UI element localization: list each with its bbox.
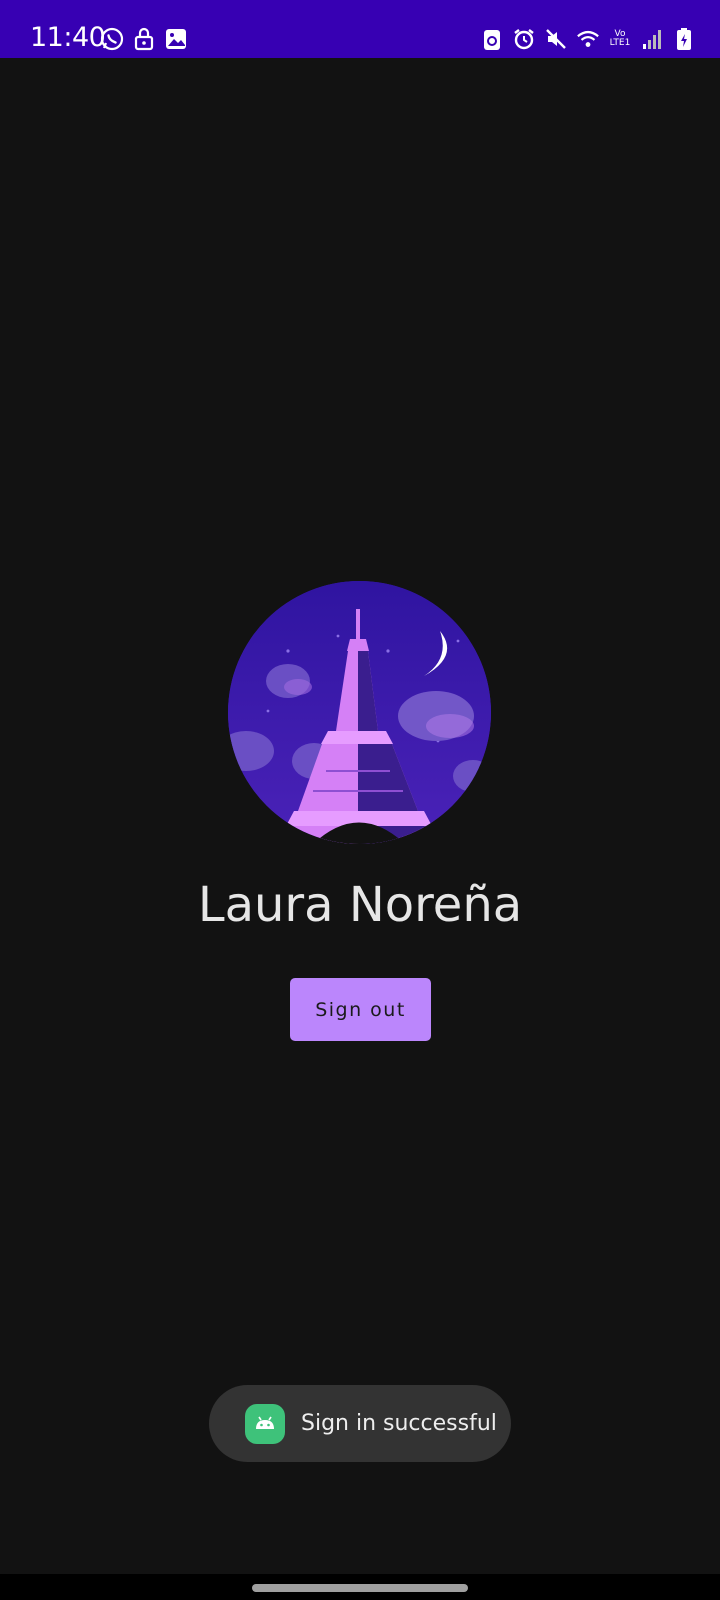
- toast-text: Sign in successful: [301, 1411, 497, 1436]
- status-time: 11:40: [30, 22, 106, 53]
- mute-icon: [544, 26, 568, 52]
- battery-icon: [672, 26, 696, 52]
- notification-icons: [100, 26, 188, 52]
- system-icons: Vo LTE1: [480, 26, 696, 52]
- profile-name: Laura Noreña: [197, 877, 523, 933]
- eiffel-tower-night-avatar: [228, 581, 491, 844]
- sign-out-button[interactable]: Sign out: [290, 978, 431, 1041]
- whatsapp-icon: [100, 26, 124, 52]
- status-bar: 11:40 Vo LTE1: [0, 0, 720, 58]
- alarm-icon: [512, 26, 536, 52]
- signal-icon: [640, 26, 664, 52]
- volte-icon: Vo LTE1: [608, 26, 632, 52]
- recycle-icon: [480, 26, 504, 52]
- toast-message: Sign in successful: [209, 1385, 511, 1462]
- lock-icon: [132, 26, 156, 52]
- profile-avatar: [228, 581, 491, 844]
- network-type-label: Vo LTE1: [609, 29, 631, 48]
- navigation-bar: [0, 1574, 720, 1600]
- gallery-icon: [164, 26, 188, 52]
- home-gesture-handle[interactable]: [252, 1584, 468, 1592]
- wifi-icon: [576, 26, 600, 52]
- android-icon: [245, 1403, 285, 1444]
- app-screen: 11:40 Vo LTE1 Laura Noreña Sign out Sign…: [0, 0, 720, 1600]
